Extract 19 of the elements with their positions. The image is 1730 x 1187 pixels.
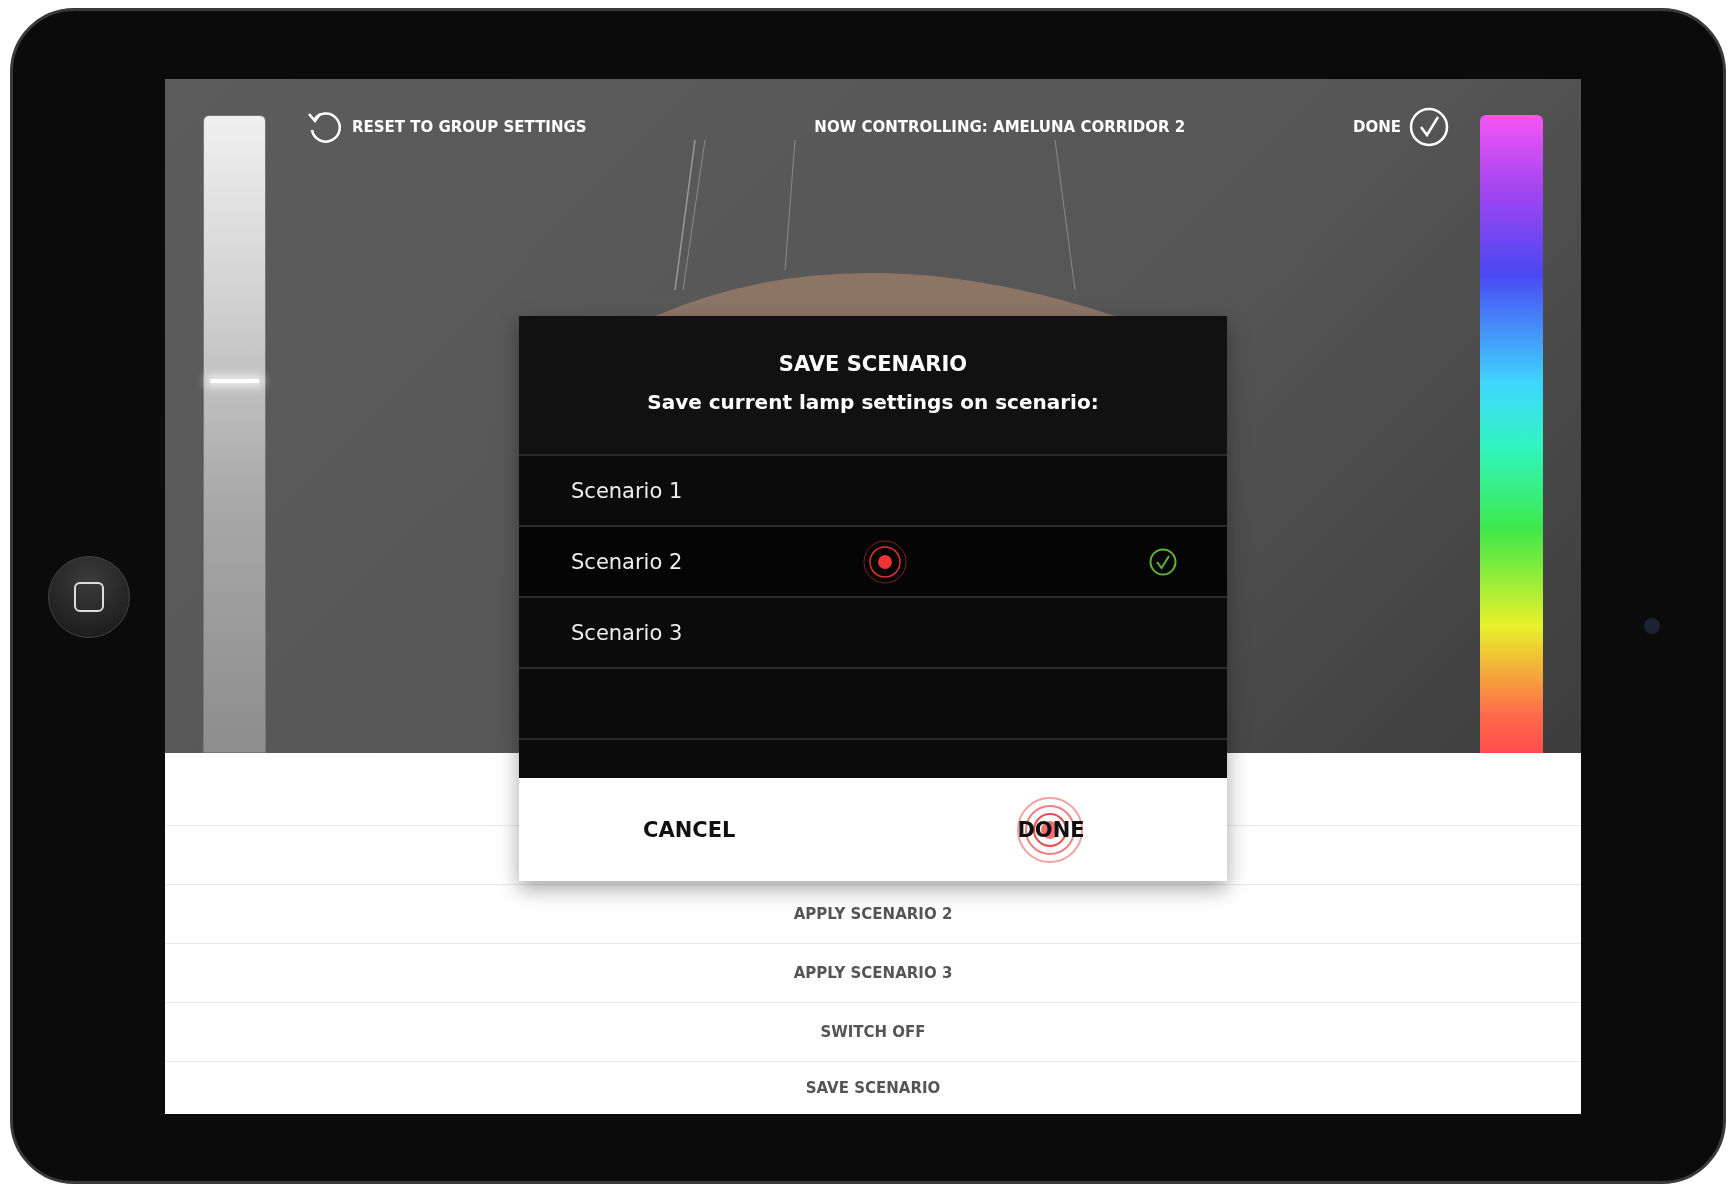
scenario-item[interactable]: Scenario 1	[519, 456, 1227, 527]
dialog-subtitle: Save current lamp settings on scenario:	[647, 390, 1099, 414]
scenario-item[interactable]: Scenario 3	[519, 598, 1227, 669]
dialog-title: SAVE SCENARIO	[778, 352, 968, 376]
brightness-slider[interactable]	[203, 115, 266, 753]
slider-thumb[interactable]	[210, 379, 259, 384]
checkmark-icon	[1409, 107, 1449, 147]
scenario-item[interactable]: Scenario 2	[519, 527, 1227, 598]
camera-icon	[1644, 618, 1660, 634]
action-button[interactable]: APPLY SCENARIO 2	[793, 905, 953, 923]
now-controlling-label: NOW CONTROLLING: AMELUNA CORRIDOR 2	[814, 118, 1186, 136]
action-button[interactable]: SAVE SCENARIO	[805, 1079, 941, 1097]
touch-indicator-icon	[862, 539, 908, 585]
reset-button[interactable]: RESET TO GROUP SETTINGS	[306, 108, 587, 146]
action-button[interactable]: SWITCH OFF	[820, 1023, 926, 1041]
checkmark-icon	[1149, 548, 1177, 576]
done-button[interactable]: DONE	[1352, 107, 1449, 147]
action-button[interactable]: APPLY SCENARIO 3	[793, 964, 953, 982]
cancel-button[interactable]: CANCEL	[643, 817, 736, 842]
